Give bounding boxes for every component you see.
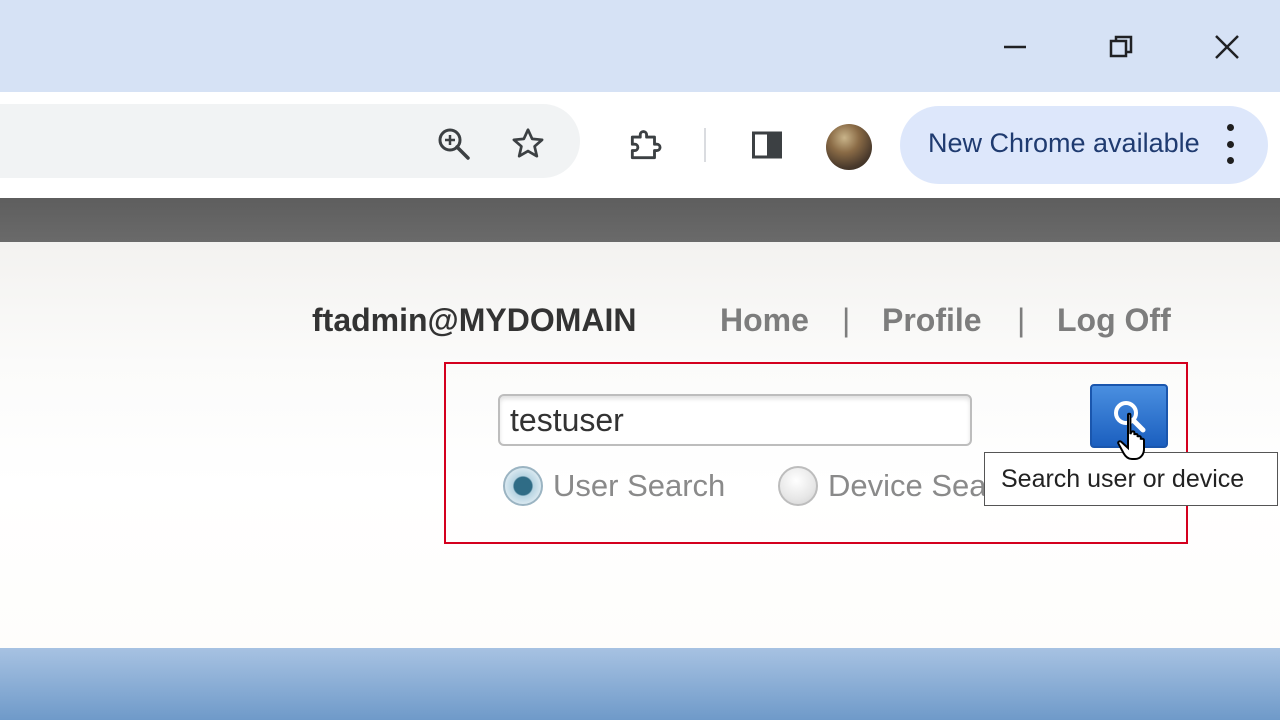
profile-link[interactable]: Profile bbox=[882, 302, 982, 339]
zoom-icon[interactable] bbox=[434, 124, 474, 164]
device-search-radio[interactable] bbox=[778, 466, 818, 506]
search-input-field[interactable] bbox=[498, 394, 972, 446]
restore-icon[interactable] bbox=[1096, 22, 1146, 72]
update-chip-label: New Chrome available bbox=[928, 128, 1200, 158]
user-search-radio[interactable] bbox=[503, 466, 543, 506]
extensions-icon[interactable] bbox=[624, 124, 666, 166]
nav-separator: | bbox=[1017, 302, 1026, 338]
more-menu-icon[interactable] bbox=[1218, 124, 1242, 164]
search-input[interactable] bbox=[500, 396, 970, 444]
device-search-label[interactable]: Device Sea bbox=[828, 468, 987, 504]
page-footer-band bbox=[0, 648, 1280, 720]
nav-separator: | bbox=[842, 302, 851, 338]
logged-in-user: ftadmin@MYDOMAIN bbox=[312, 302, 637, 338]
bookmark-star-icon[interactable] bbox=[508, 124, 548, 164]
user-search-label[interactable]: User Search bbox=[553, 468, 725, 504]
browser-titlebar bbox=[0, 0, 1280, 92]
log-off-link[interactable]: Log Off bbox=[1057, 302, 1171, 339]
home-link[interactable]: Home bbox=[720, 302, 809, 339]
page-content: ftadmin@MYDOMAIN Home | Profile | Log Of… bbox=[0, 242, 1280, 648]
minimize-icon[interactable] bbox=[990, 22, 1040, 72]
toolbar-divider bbox=[704, 128, 706, 162]
address-bar[interactable] bbox=[0, 104, 580, 178]
profile-avatar[interactable] bbox=[826, 124, 872, 170]
site-header-bar bbox=[0, 198, 1280, 242]
new-chrome-available-chip[interactable]: New Chrome available bbox=[900, 106, 1268, 184]
side-panel-icon[interactable] bbox=[746, 124, 788, 166]
hand-cursor-icon bbox=[1116, 412, 1156, 469]
close-icon[interactable] bbox=[1202, 22, 1252, 72]
